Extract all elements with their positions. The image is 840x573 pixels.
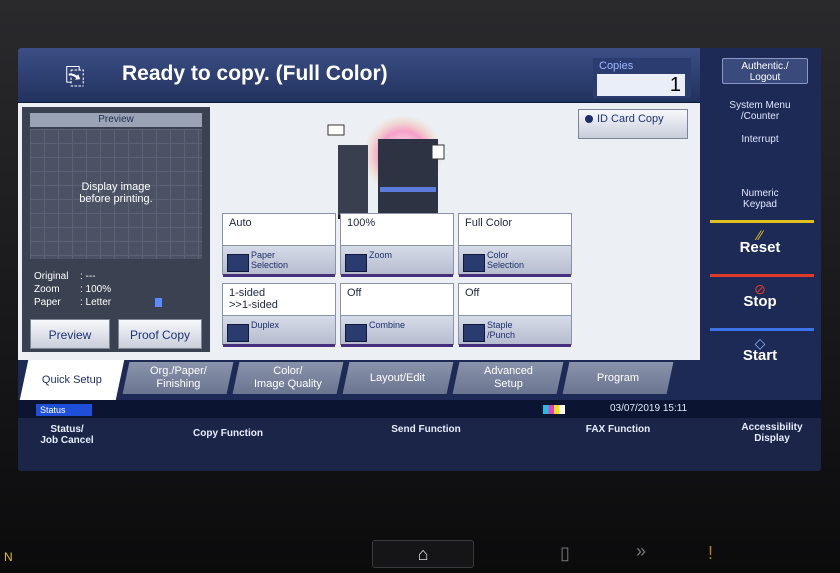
duplex-icon — [227, 324, 249, 342]
start-accent-line — [710, 328, 814, 331]
zoom-icon — [345, 254, 367, 272]
paper-selection-tile[interactable]: Auto Paper Selection — [222, 213, 336, 277]
id-card-copy-button[interactable]: ID Card Copy — [578, 109, 688, 139]
staple-icon — [463, 324, 485, 342]
tab-program[interactable]: Program — [562, 362, 674, 394]
fax-function-button[interactable]: FAX Function — [558, 424, 678, 435]
reset-accent-line — [710, 220, 814, 223]
toner-level-icon — [543, 405, 565, 414]
status-tag[interactable]: Status — [36, 404, 92, 416]
copies-counter[interactable]: Copies 1 — [593, 58, 691, 98]
date-time: 03/07/2019 15:11 — [610, 403, 688, 414]
system-menu-counter-button[interactable]: System Menu /Counter — [706, 100, 814, 122]
copies-label: Copies — [599, 60, 634, 72]
nfc-icon: N — [4, 550, 13, 564]
zoom-tile[interactable]: 100% Zoom — [340, 213, 454, 277]
info-paper: Paper: Letter — [34, 297, 163, 308]
page-title: Ready to copy. (Full Color) — [122, 62, 388, 85]
bottom-navigation: Status/ Job Cancel Copy Function Send Fu… — [18, 418, 821, 471]
combine-tile[interactable]: Off Combine — [340, 283, 454, 347]
preview-message: Display image before printing. — [79, 181, 153, 205]
copies-value: 1 — [597, 74, 685, 96]
attention-indicator-icon: ! — [708, 543, 714, 563]
tab-quick-setup[interactable]: Quick Setup — [19, 360, 125, 400]
proof-copy-button[interactable]: Proof Copy — [118, 319, 202, 349]
paper-tray-icon — [227, 254, 249, 272]
color-selection-tile[interactable]: Full Color Color Selection — [458, 213, 572, 277]
tab-color-image-quality[interactable]: Color/ Image Quality — [232, 362, 344, 394]
tab-advanced-setup[interactable]: Advanced Setup — [452, 362, 564, 394]
right-panel: Authentic./ Logout System Menu /Counter … — [700, 48, 821, 418]
id-card-icon — [585, 115, 593, 123]
function-tabs: Quick Setup Org./Paper/ Finishing Color/… — [18, 360, 700, 400]
stop-accent-line — [710, 274, 814, 277]
copy-function-button[interactable]: Copy Function — [168, 428, 288, 439]
combine-icon — [345, 324, 367, 342]
touch-screen: ⎘ Ready to copy. (Full Color) Copies 1 P… — [18, 48, 821, 471]
fast-forward-icon[interactable]: » — [636, 541, 646, 562]
send-function-button[interactable]: Send Function — [366, 424, 486, 435]
preview-title: Preview — [30, 113, 202, 127]
preview-panel: Preview Display image before printing. O… — [22, 107, 210, 352]
numeric-keypad-button[interactable]: Numeric Keypad — [706, 188, 814, 210]
staple-punch-tile[interactable]: Off Staple /Punch — [458, 283, 572, 347]
interrupt-button[interactable]: Interrupt — [706, 134, 814, 145]
copy-mode-icon: ⎘ — [65, 63, 85, 90]
start-button[interactable]: ◇ Start — [706, 336, 814, 363]
duplex-tile[interactable]: 1-sided >>1-sided Duplex — [222, 283, 336, 347]
paper-indicator-icon — [155, 297, 163, 307]
reset-button[interactable]: ⁄⁄ Reset — [706, 228, 814, 255]
tab-layout-edit[interactable]: Layout/Edit — [342, 362, 454, 394]
preview-button[interactable]: Preview — [30, 319, 110, 349]
status-job-cancel-button[interactable]: Status/ Job Cancel — [32, 424, 102, 446]
stop-button[interactable]: ⊘ Stop — [706, 282, 814, 309]
document-box-icon[interactable]: ▯ — [560, 543, 570, 564]
status-bar: Status 03/07/2019 15:11 — [18, 400, 821, 418]
home-hardware-button[interactable]: ⌂ — [372, 540, 474, 568]
accessibility-display-button[interactable]: Accessibility Display — [728, 422, 816, 444]
authentication-logout-button[interactable]: Authentic./ Logout — [722, 58, 808, 84]
info-zoom: Zoom: 100% — [34, 284, 112, 295]
color-icon — [463, 254, 485, 272]
main-work-area: Preview Display image before printing. O… — [18, 103, 700, 360]
info-original: Original: --- — [34, 271, 96, 282]
tab-org-paper-finishing[interactable]: Org./Paper/ Finishing — [122, 362, 234, 394]
